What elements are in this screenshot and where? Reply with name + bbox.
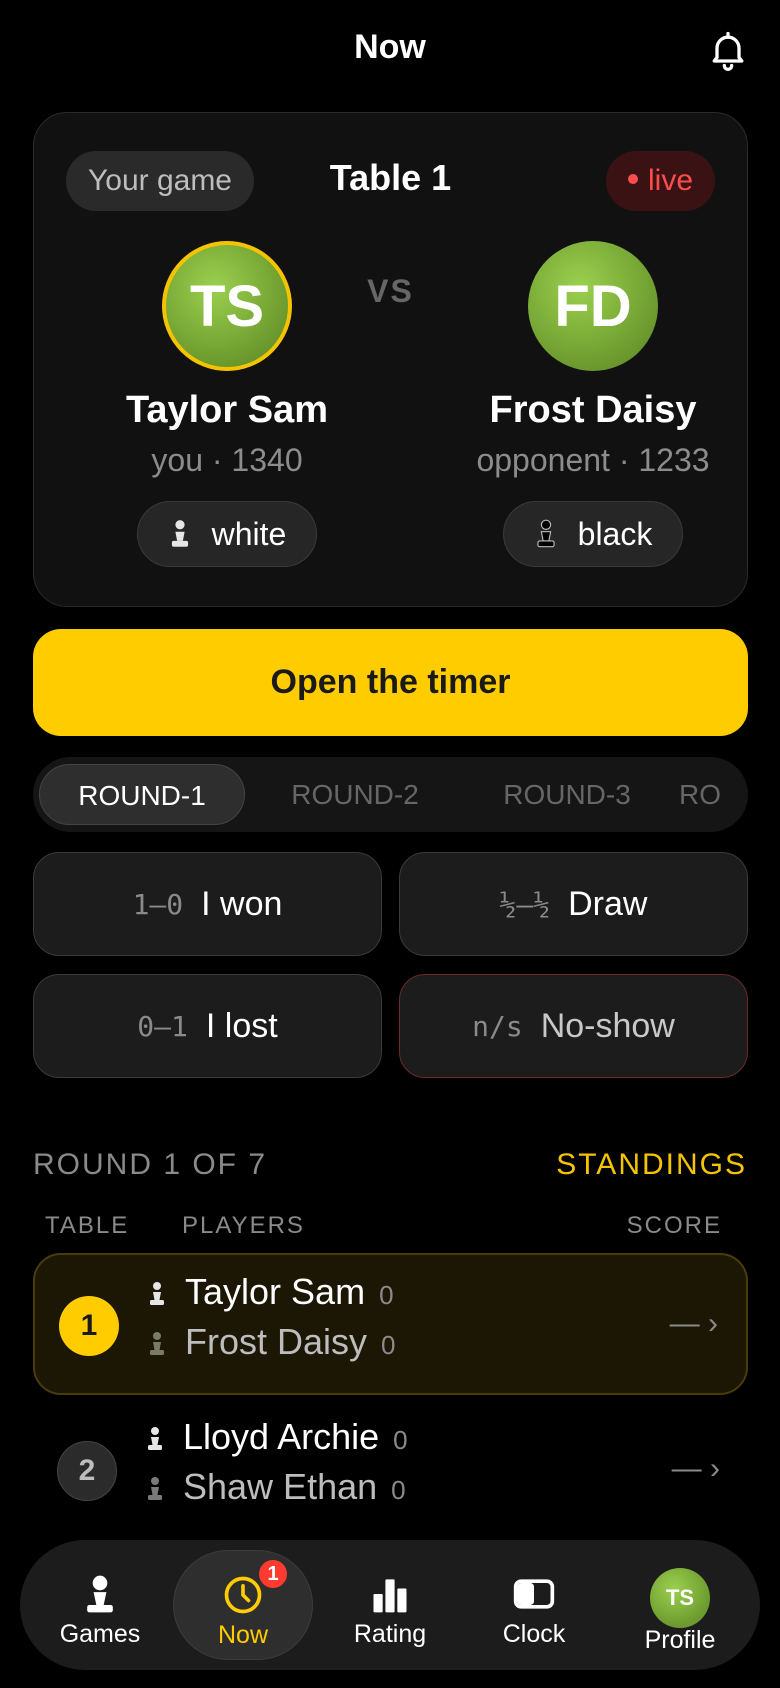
row-score: — › <box>671 1452 720 1485</box>
nav-clock[interactable]: Clock <box>464 1550 604 1660</box>
top-bar: Now <box>0 0 780 104</box>
column-header-table: TABLE <box>45 1212 130 1239</box>
player-name: Shaw Ethan <box>183 1466 378 1507</box>
nav-label: Games <box>59 1620 141 1648</box>
page-title: Now <box>354 28 426 66</box>
column-header-score: SCORE <box>626 1212 722 1239</box>
pairings-header: ROUND 1 OF 7 STANDINGS <box>33 1148 747 1188</box>
tab-round-3[interactable]: ROUND-3 <box>467 764 667 825</box>
tab-round-1[interactable]: ROUND-1 <box>39 764 245 825</box>
standings-link[interactable]: STANDINGS <box>556 1148 747 1182</box>
i-lost-button[interactable]: 0–1 I lost <box>33 974 382 1078</box>
black-player-line: Shaw Ethan 0 <box>145 1466 406 1512</box>
black-pawn-icon <box>148 1477 162 1500</box>
nav-label: Profile <box>644 1626 716 1654</box>
black-pawn-icon <box>536 519 555 548</box>
result-code: ½–½ <box>499 887 551 921</box>
round-tabs: ROUND-1 ROUND-2 ROUND-3 RO <box>33 757 748 832</box>
color-pill-white: white <box>136 501 318 567</box>
color-pill-black: black <box>502 501 684 567</box>
pairing-row[interactable]: 1 Taylor Sam 0 Frost Daisy 0 — › <box>33 1253 748 1395</box>
player-score: 0 <box>393 1425 408 1455</box>
column-header-players: PLAYERS <box>182 1212 305 1239</box>
white-player-line: Taylor Sam 0 <box>147 1271 394 1317</box>
color-label: black <box>577 515 653 552</box>
avatar: TS <box>162 241 292 371</box>
player-name: Taylor Sam <box>125 389 329 431</box>
nav-rating[interactable]: Rating <box>320 1550 460 1660</box>
nav-games[interactable]: Games <box>30 1550 170 1660</box>
result-label: I lost <box>205 1006 278 1045</box>
tab-round-2[interactable]: ROUND-2 <box>255 764 455 825</box>
current-game-card: Your game Table 1 live VS TS Taylor Sam … <box>33 112 748 607</box>
black-player-line: Frost Daisy 0 <box>147 1321 396 1367</box>
live-label: live <box>647 164 693 197</box>
no-show-button[interactable]: n/s No-show <box>399 974 748 1078</box>
player-meta: you · 1340 <box>151 442 303 478</box>
color-label: white <box>211 515 287 552</box>
result-label: Draw <box>568 884 648 923</box>
white-player-line: Lloyd Archie 0 <box>145 1416 408 1462</box>
tab-round-4[interactable]: RO <box>679 764 748 825</box>
avatar: TS <box>650 1568 710 1628</box>
result-code: 0–1 <box>137 1009 188 1043</box>
player-opponent: FD Frost Daisy opponent · 1233 black <box>428 241 758 567</box>
nav-label: Rating <box>353 1620 427 1648</box>
bell-icon[interactable] <box>706 28 750 72</box>
white-pawn-icon <box>148 1427 162 1450</box>
player-name: Taylor Sam <box>185 1271 366 1312</box>
table-number-badge: 2 <box>57 1441 117 1501</box>
nav-profile[interactable]: TS Profile <box>610 1550 750 1660</box>
row-score: — › <box>669 1307 718 1340</box>
player-name: Frost Daisy <box>185 1321 368 1362</box>
result-code: 1–0 <box>132 887 184 921</box>
result-code: n/s <box>472 1009 523 1043</box>
chess-clock-icon <box>513 1579 555 1609</box>
table-number-badge: 1 <box>59 1296 119 1356</box>
nav-now[interactable]: 1 Now <box>173 1550 313 1660</box>
pairing-row[interactable]: 2 Lloyd Archie 0 Shaw Ethan 0 — › <box>33 1400 748 1542</box>
player-you: TS Taylor Sam you · 1340 white <box>62 241 392 567</box>
player-name: Lloyd Archie <box>183 1416 380 1457</box>
avatar: FD <box>528 241 658 371</box>
player-meta: opponent · 1233 <box>476 442 710 478</box>
bar-chart-icon <box>373 1579 407 1613</box>
live-dot-icon <box>627 174 638 185</box>
player-score: 0 <box>379 1280 394 1310</box>
result-label: I won <box>201 884 283 923</box>
player-score: 0 <box>391 1475 406 1505</box>
player-name: Frost Daisy <box>489 389 697 431</box>
player-score: 0 <box>381 1330 396 1360</box>
i-won-button[interactable]: 1–0 I won <box>33 852 382 956</box>
nav-label: Clock <box>502 1620 566 1648</box>
nav-label: Now <box>217 1621 268 1649</box>
round-progress-label: ROUND 1 OF 7 <box>33 1148 268 1181</box>
white-pawn-icon <box>150 1282 164 1305</box>
open-timer-button[interactable]: Open the timer <box>33 629 748 736</box>
bottom-nav: Games 1 Now Rating Clock TS Profile <box>20 1540 760 1670</box>
notification-badge: 1 <box>256 1557 290 1591</box>
live-badge: live <box>605 151 715 211</box>
black-pawn-icon <box>150 1332 164 1355</box>
white-pawn-icon <box>171 520 188 547</box>
draw-button[interactable]: ½–½ Draw <box>399 852 748 956</box>
pawn-icon <box>87 1575 113 1613</box>
result-label: No-show <box>540 1006 675 1045</box>
